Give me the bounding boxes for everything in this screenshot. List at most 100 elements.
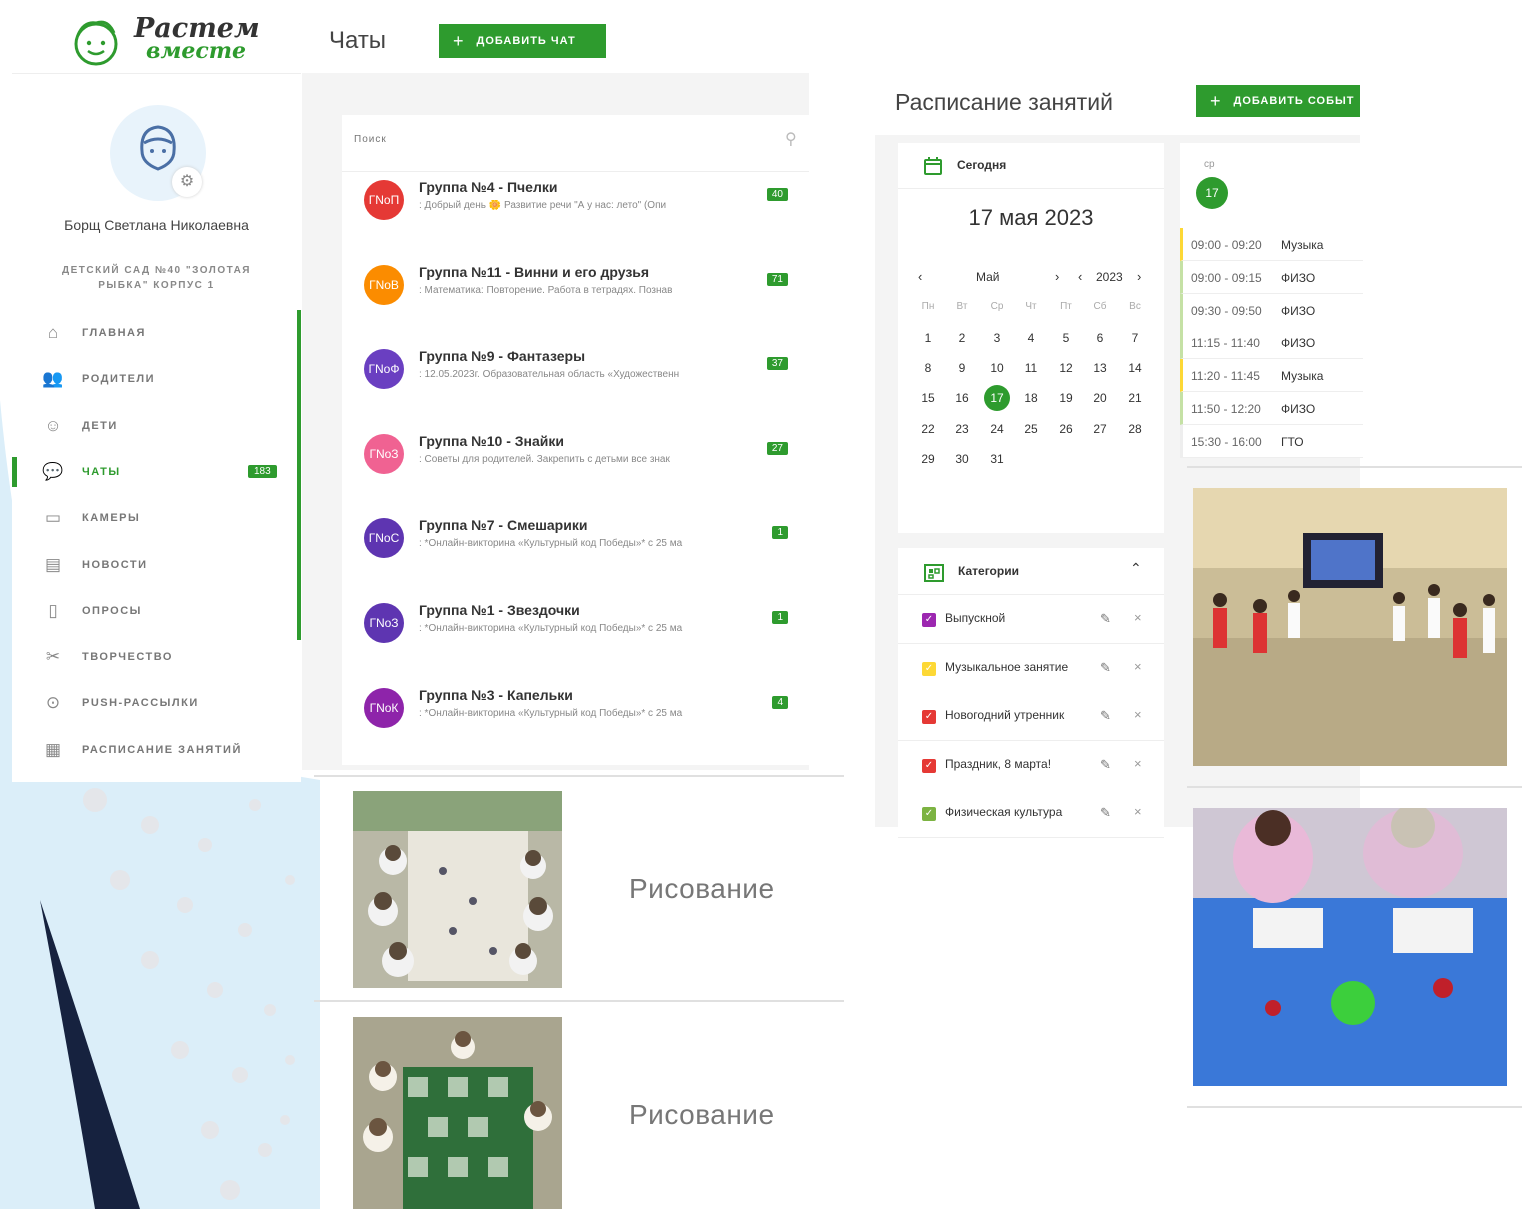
calendar-day[interactable]: 2 xyxy=(947,331,977,345)
calendar-day[interactable]: 23 xyxy=(947,422,977,436)
schedule-event[interactable]: 11:15 - 11:40 ФИЗО xyxy=(1180,326,1363,360)
category-checkbox[interactable]: ✓ xyxy=(922,807,936,822)
sidebar-item-4[interactable]: 💬 ЧАТЫ 183 xyxy=(12,449,301,495)
calendar-day[interactable]: 18 xyxy=(1016,391,1046,405)
creative-photo-2[interactable] xyxy=(353,1017,562,1209)
schedule-event[interactable]: 11:50 - 12:20 ФИЗО xyxy=(1180,392,1363,425)
search-input[interactable] xyxy=(352,133,756,146)
calendar-day[interactable]: 21 xyxy=(1120,391,1150,405)
category-checkbox[interactable]: ✓ xyxy=(922,613,936,627)
calendar-day[interactable]: 25 xyxy=(1016,422,1046,436)
active-indicator xyxy=(12,456,17,487)
schedule-event[interactable]: 11:20 - 11:45 Музыка xyxy=(1180,359,1363,393)
calendar-day[interactable]: 4 xyxy=(1016,331,1046,345)
calendar-day[interactable]: 17 xyxy=(984,385,1010,412)
sidebar-item-3[interactable]: ☺ ДЕТИ xyxy=(12,403,301,449)
sidebar-item-2[interactable]: 👥 РОДИТЕЛИ xyxy=(12,356,301,402)
pencil-icon[interactable]: ✎ xyxy=(1100,805,1111,821)
category-checkbox[interactable]: ✓ xyxy=(922,758,936,773)
sidebar-item-8[interactable]: ✂ ТВОРЧЕСТВО xyxy=(12,634,301,680)
calendar-day[interactable]: 26 xyxy=(1051,422,1081,436)
close-icon[interactable]: × xyxy=(1134,707,1142,722)
close-icon[interactable]: × xyxy=(1134,610,1142,625)
add-event-button[interactable]: + ДОБАВИТЬ СОБЫТ xyxy=(1196,85,1360,117)
pencil-icon[interactable]: ✎ xyxy=(1100,757,1111,773)
sidebar-item-5[interactable]: ▭ КАМЕРЫ xyxy=(12,495,301,541)
day-number[interactable]: 17 xyxy=(1196,177,1228,209)
prev-year-icon[interactable]: ‹ xyxy=(1078,269,1082,284)
pencil-icon[interactable]: ✎ xyxy=(1100,611,1111,627)
calendar-day[interactable]: 12 xyxy=(1051,361,1081,375)
calendar-day[interactable]: 14 xyxy=(1120,361,1150,375)
pencil-icon[interactable]: ✎ xyxy=(1100,660,1111,676)
category-checkbox[interactable]: ✓ xyxy=(922,661,936,676)
chat-item[interactable]: ГNoЗ Группа №10 - Знайки: Советы для роди… xyxy=(342,425,809,511)
calendar-day[interactable]: 8 xyxy=(913,361,943,375)
category-item[interactable]: ✓ Выпускной ✎ × xyxy=(898,595,1164,644)
category-checkbox[interactable]: ✓ xyxy=(922,710,936,725)
calendar-day[interactable]: 1 xyxy=(913,331,943,345)
calendar-day[interactable]: 7 xyxy=(1120,331,1150,345)
schedule-event[interactable]: 15:30 - 16:00 ГТО xyxy=(1180,424,1363,458)
sidebar-item-9[interactable]: ⊙ PUSH-РАССЫЛКИ xyxy=(12,680,301,726)
calendar-day[interactable]: 11 xyxy=(1016,361,1046,375)
creative-photo-1[interactable] xyxy=(353,791,562,988)
calendar-icon: ▦ xyxy=(44,739,62,759)
calendar-day[interactable]: 30 xyxy=(947,452,977,466)
calendar-day[interactable]: 28 xyxy=(1120,422,1150,436)
logo-area: Растем вместе xyxy=(12,7,301,74)
category-item[interactable]: ✓ Физическая культура ✎ × xyxy=(898,789,1164,839)
sidebar-item-label: ГЛАВНАЯ xyxy=(82,327,146,339)
schedule-event[interactable]: 09:00 - 09:20 Музыка xyxy=(1180,228,1363,261)
chat-item[interactable]: ГNoВ Группа №11 - Винни и его друзья: Мат… xyxy=(342,256,809,342)
calendar-day[interactable]: 27 xyxy=(1085,422,1115,436)
calendar-day[interactable]: 9 xyxy=(947,361,977,375)
next-year-icon[interactable]: › xyxy=(1137,269,1141,284)
avatar[interactable]: ⚙ xyxy=(110,105,206,201)
add-chat-button[interactable]: + ДОБАВИТЬ ЧАТ xyxy=(439,24,606,58)
calendar-day[interactable]: 31 xyxy=(982,452,1012,466)
chat-item[interactable]: ГNoФ Группа №9 - Фантазеры: 12.05.2023г. … xyxy=(342,341,809,427)
calendar-day[interactable]: 15 xyxy=(913,391,943,405)
calendar-day[interactable]: 22 xyxy=(913,422,943,436)
today-row[interactable]: Сегодня xyxy=(898,143,1164,189)
chevron-up-icon[interactable]: ⌃ xyxy=(1130,560,1142,577)
sidebar-item-7[interactable]: ▯ ОПРОСЫ xyxy=(12,588,301,634)
sidebar-item-1[interactable]: ⌂ ГЛАВНАЯ xyxy=(12,310,301,356)
calendar-day[interactable]: 13 xyxy=(1085,361,1115,375)
prev-month-icon[interactable]: ‹ xyxy=(918,269,922,284)
category-item[interactable]: ✓ Новогодний утренник ✎ × xyxy=(898,692,1164,742)
chat-item[interactable]: ГNoП Группа №4 - Пчелки: Добрый день 🌼 Ра… xyxy=(342,172,809,257)
gear-icon[interactable]: ⚙ xyxy=(172,167,202,197)
calendar-day[interactable]: 19 xyxy=(1051,391,1081,405)
calendar-day[interactable]: 16 xyxy=(947,391,977,405)
sidebar-item-6[interactable]: ▤ НОВОСТИ xyxy=(12,542,301,588)
calendar-day[interactable]: 29 xyxy=(913,452,943,466)
search-icon[interactable]: ⚲ xyxy=(785,129,797,149)
schedule-header: Расписание занятий + ДОБАВИТЬ СОБЫТ xyxy=(875,75,1360,135)
next-month-icon[interactable]: › xyxy=(1055,269,1059,284)
unread-badge: 1 xyxy=(772,611,788,624)
event-time: 11:20 - 11:45 xyxy=(1191,369,1260,384)
category-item[interactable]: ✓ Музыкальное занятие ✎ × xyxy=(898,643,1164,693)
chat-item[interactable]: ГNoК Группа №3 - Капельки: *Онлайн-виктор… xyxy=(342,679,809,765)
schedule-event[interactable]: 09:00 - 09:15 ФИЗО xyxy=(1180,260,1363,294)
sidebar-item-10[interactable]: ▦ РАСПИСАНИЕ ЗАНЯТИЙ xyxy=(12,727,301,773)
close-icon[interactable]: × xyxy=(1134,659,1142,674)
event-photo-2[interactable] xyxy=(1193,808,1507,1086)
categories-header[interactable]: Категории ⌃ xyxy=(898,548,1164,595)
pencil-icon[interactable]: ✎ xyxy=(1100,708,1111,724)
event-photo-1[interactable] xyxy=(1193,488,1507,766)
calendar-day[interactable]: 3 xyxy=(982,331,1012,345)
schedule-event[interactable]: 09:30 - 09:50 ФИЗО xyxy=(1180,293,1363,327)
chat-item[interactable]: ГNoС Группа №7 - Смешарики: *Онлайн-викто… xyxy=(342,510,809,596)
close-icon[interactable]: × xyxy=(1134,756,1142,771)
calendar-day[interactable]: 5 xyxy=(1051,331,1081,345)
calendar-day[interactable]: 24 xyxy=(982,422,1012,436)
category-item[interactable]: ✓ Праздник, 8 марта! ✎ × xyxy=(898,740,1164,790)
calendar-day[interactable]: 6 xyxy=(1085,331,1115,345)
calendar-day[interactable]: 10 xyxy=(982,361,1012,375)
chat-item[interactable]: ГNoЗ Группа №1 - Звездочки: *Онлайн-викто… xyxy=(342,595,809,680)
calendar-day[interactable]: 20 xyxy=(1085,391,1115,405)
close-icon[interactable]: × xyxy=(1134,804,1142,819)
